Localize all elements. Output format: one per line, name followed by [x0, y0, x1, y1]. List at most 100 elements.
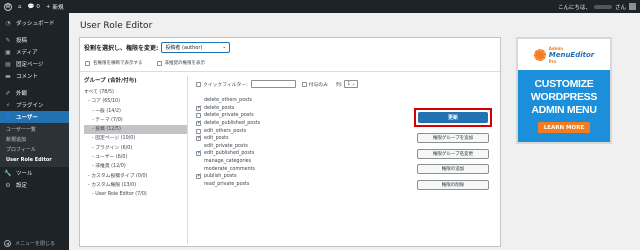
submenu-profile[interactable]: プロフィール [0, 145, 69, 155]
show-human-readable-checkbox[interactable] [85, 60, 90, 66]
capability-checkbox[interactable] [196, 113, 201, 119]
columns-value: 1 [347, 81, 351, 87]
capabilities-list: delete_others_posts delete_posts delete_… [196, 97, 260, 188]
menu-comments[interactable]: ▬ コメント [0, 70, 69, 82]
menu-label: 外観 [16, 91, 28, 97]
avatar [629, 3, 636, 10]
update-button[interactable]: 更新 [418, 112, 488, 123]
menu-appearance[interactable]: ✐ 外観 [0, 87, 69, 99]
gear-icon [533, 48, 546, 61]
group-item[interactable]: - ユーザー (6/0) [84, 153, 187, 162]
select-all-checkbox[interactable] [196, 81, 201, 87]
capability-checkbox[interactable] [196, 149, 202, 157]
brush-icon: ✐ [5, 89, 11, 97]
menu-plugins[interactable]: ⚡ プラグイン [0, 99, 69, 111]
account-menu[interactable]: こんにちは、 さん [558, 0, 636, 13]
menu-label: メディア [16, 50, 38, 56]
group-item[interactable]: - カスタム投稿タイプ (0/0) [84, 172, 187, 181]
group-item-selected[interactable]: - 投稿 (12/5) [84, 125, 187, 135]
capability-row: read_private_posts [196, 181, 260, 189]
role-select-value: 投稿者 (author) [165, 45, 203, 51]
capability-checkbox[interactable] [196, 104, 202, 111]
menu-label: プラグイン [16, 103, 44, 109]
capability-row: edit_others_posts [196, 127, 260, 135]
capability-checkbox[interactable] [196, 119, 202, 127]
admin-menu-editor-ad[interactable]: Admin MenuEditor Pro CUSTOMIZE WORDPRESS… [516, 37, 612, 144]
users-icon: 👤 [4, 113, 12, 121]
capability-row: delete_private_posts [196, 112, 260, 120]
menu-dashboard[interactable]: ◔ ダッシュボード [0, 17, 69, 29]
learn-more-button[interactable]: LEARN MORE [538, 122, 590, 133]
dashboard-icon: ◔ [5, 19, 11, 27]
capability-name: manage_categories [204, 159, 252, 165]
greeting-suffix: さん [614, 4, 626, 11]
comment-icon: ▬ [5, 72, 11, 80]
capability-row: delete_others_posts [196, 97, 260, 105]
submenu-add-new[interactable]: 新規追加 [0, 135, 69, 145]
actions-column: 更新 権限グループを追加 権限グループ名変更 権限の追加 権限の削除 [414, 108, 495, 195]
menu-users[interactable]: 👤 ユーザー [0, 111, 69, 123]
group-item[interactable]: - 一般 (14/2) [84, 107, 187, 116]
add-capability-button[interactable]: 権限の追加 [417, 164, 489, 175]
role-editor-panel: 役割を選択し、権限を変更: 投稿者 (author) ⌄ 名権限を横断で表示する… [79, 37, 501, 247]
pin-icon: ✎ [5, 36, 11, 44]
group-item[interactable]: - カスタム権限 (13/0) [84, 181, 187, 190]
capability-row: delete_posts [196, 104, 260, 113]
page-icon: ▤ [5, 60, 11, 68]
quick-filter-input[interactable] [250, 80, 296, 88]
ad-brand: Admin MenuEditor Pro [549, 46, 594, 64]
group-item[interactable]: - User Role Editor (7/0) [84, 190, 187, 199]
menu-label: コメント [16, 74, 39, 80]
add-role-button[interactable]: 権限グループを追加 [417, 133, 489, 143]
menu-tools[interactable]: 🔧 ツール [0, 167, 69, 179]
capability-name: delete_published_posts [204, 121, 261, 127]
ad-headline-1: CUSTOMIZE [534, 78, 594, 90]
capability-checkbox[interactable] [196, 128, 201, 134]
plus-icon: + [45, 3, 51, 10]
capability-name: delete_others_posts [204, 98, 253, 104]
submenu-all-users[interactable]: ユーザー一覧 [0, 125, 69, 135]
menu-media[interactable]: ▣ メディア [0, 46, 69, 58]
collapse-menu-button[interactable]: ◀ メニューを閉じる [0, 238, 69, 248]
admin-sidebar: ◔ ダッシュボード ✎ 投稿 ▣ メディア ▤ 固定ページ ▬ コメント ✐ 外観 ⚡ プラグ… [0, 13, 69, 250]
role-select[interactable]: 投稿者 (author) ⌄ [161, 42, 231, 53]
show-deprecated-checkbox[interactable] [156, 60, 162, 66]
capability-row: edit_private_posts [196, 143, 260, 151]
capability-name: edit_others_posts [204, 128, 247, 134]
capability-name: read_private_posts [204, 181, 250, 187]
show-deprecated-label: 非推奨の権限を表示 [164, 61, 206, 66]
capability-row: edit_posts [196, 134, 260, 143]
group-item[interactable]: - テーマ (7/0) [84, 116, 187, 125]
ad-headline-2: WORDPRESS [530, 91, 598, 103]
admin-bar: W ⌂ 💬 0 + 新規 こんにちは、 さん [0, 0, 640, 13]
submenu-user-role-editor[interactable]: User Role Editor [0, 155, 69, 165]
delete-capability-button[interactable]: 権限の削除 [417, 179, 489, 190]
group-item[interactable]: - コア (65/10) [84, 97, 187, 106]
chevron-down-icon: ⌄ [222, 44, 227, 50]
columns-select[interactable]: 1 ⌄ [344, 80, 359, 88]
collapse-icon: ◀ [4, 239, 11, 247]
menu-pages[interactable]: ▤ 固定ページ [0, 58, 69, 70]
capability-name: publish_posts [204, 174, 237, 180]
capability-name: delete_private_posts [204, 113, 254, 119]
capability-row: delete_published_posts [196, 119, 261, 128]
comments-link[interactable]: 💬 0 [28, 4, 40, 10]
menu-label: ツール [16, 171, 33, 177]
rename-role-button[interactable]: 権限グループ名変更 [417, 148, 489, 159]
menu-settings[interactable]: ⚙ 設定 [0, 179, 69, 191]
ad-brand-pro: Pro [548, 58, 557, 64]
new-content-link[interactable]: + 新規 [46, 3, 64, 11]
capability-row: moderate_comments [196, 165, 260, 173]
capability-checkbox[interactable] [196, 172, 202, 180]
wordpress-logo-icon[interactable]: W [4, 2, 12, 11]
capability-checkbox[interactable] [196, 134, 202, 142]
group-item[interactable]: すべて (78/5) [84, 88, 187, 97]
capability-name: delete_posts [204, 105, 235, 111]
group-item[interactable]: - プラグイン (6/0) [84, 144, 187, 153]
granted-only-checkbox[interactable] [301, 81, 307, 87]
menu-posts[interactable]: ✎ 投稿 [0, 34, 69, 46]
group-item[interactable]: - 固定ページ (10/0) [84, 134, 187, 143]
home-icon[interactable]: ⌂ [18, 4, 22, 10]
greeting-prefix: こんにちは、 [557, 4, 591, 11]
group-item[interactable]: - 非推奨 (12/0) [84, 162, 187, 171]
